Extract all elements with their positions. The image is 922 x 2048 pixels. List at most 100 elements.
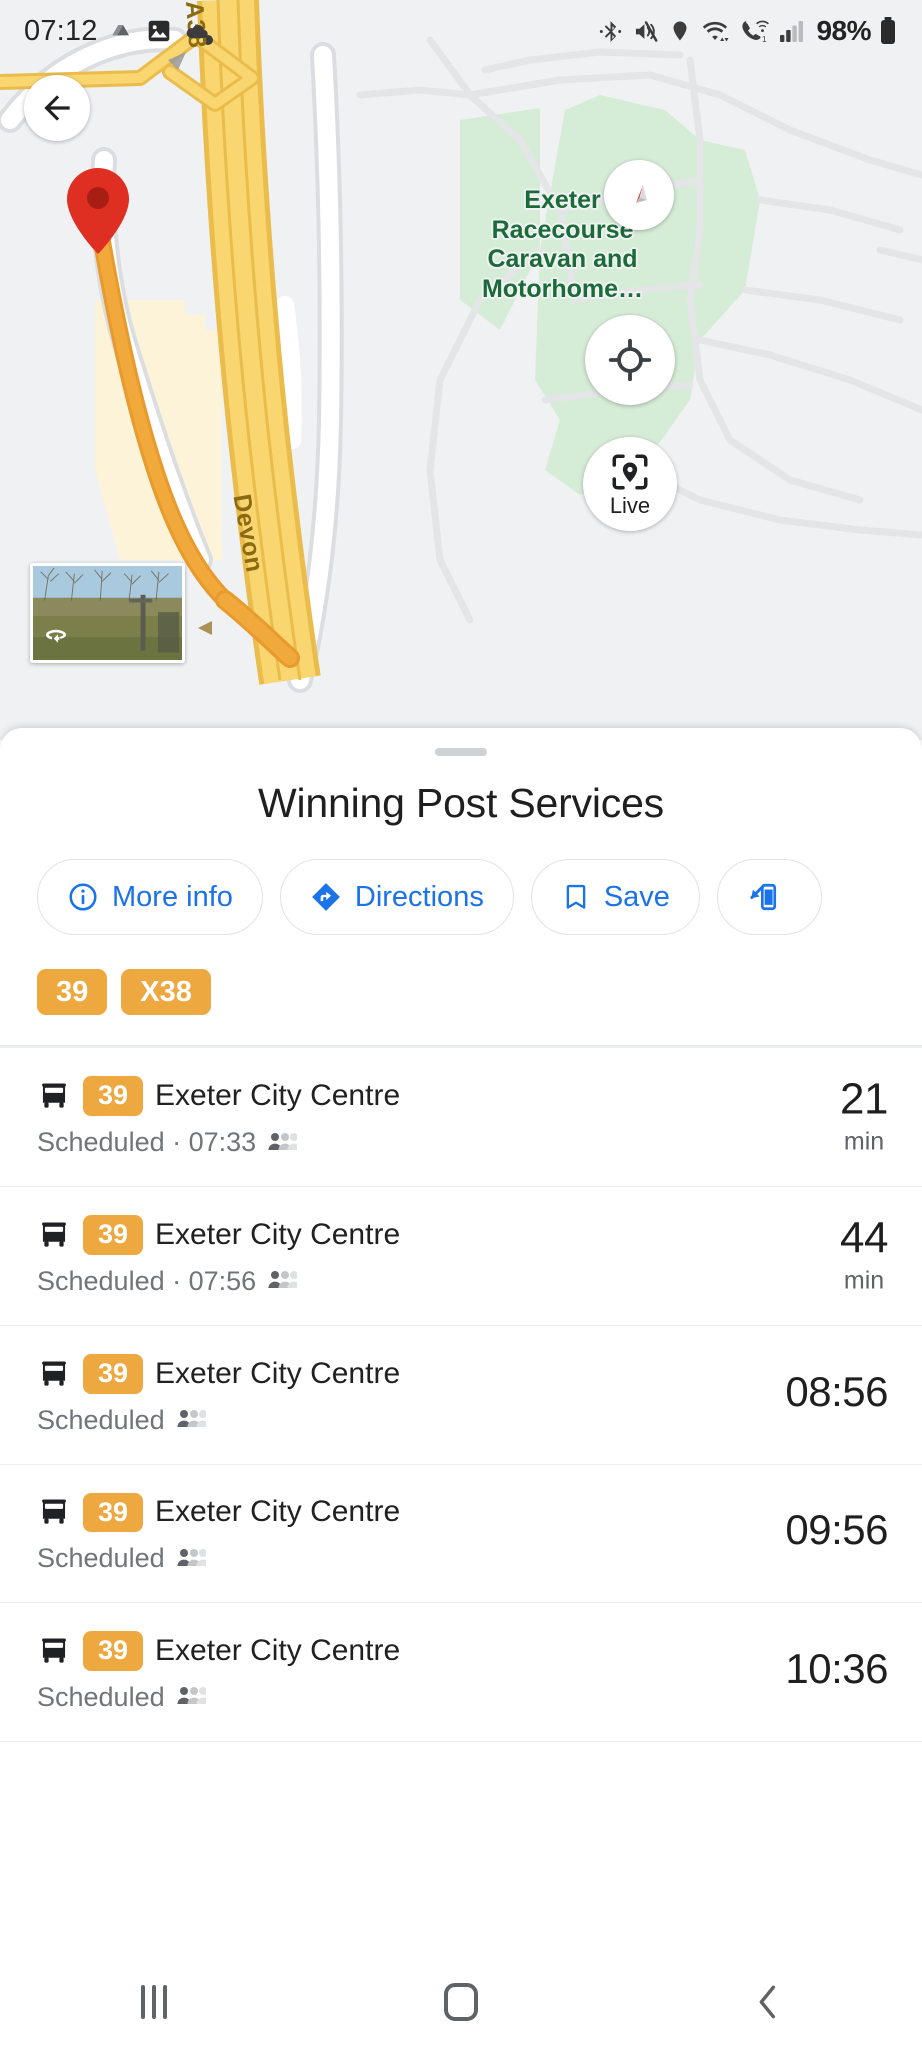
- departure-headline: 39 Exeter City Centre: [37, 1353, 888, 1394]
- route-badge: 39: [83, 1492, 144, 1533]
- status-bar-left: 07:12: [24, 15, 211, 48]
- svg-text:1: 1: [762, 35, 767, 44]
- directions-icon: [312, 883, 340, 911]
- route-badge: 39: [83, 1215, 144, 1255]
- save-label: Save: [603, 880, 670, 913]
- table-row[interactable]: 39 Exeter City Centre Scheduled 10:36: [0, 1603, 922, 1742]
- wifi-icon: [701, 18, 731, 45]
- status-bar-right: 1 98%: [598, 15, 898, 47]
- departure-eta: 09:56: [785, 1509, 888, 1557]
- compass-button[interactable]: [604, 160, 674, 230]
- departure-status: Scheduled: [37, 1682, 888, 1713]
- occupancy-icon: [177, 1687, 206, 1705]
- eta-value: 09:56: [785, 1506, 888, 1554]
- my-location-button[interactable]: [585, 315, 675, 405]
- drive-icon: [109, 18, 135, 44]
- departure-headline: 39 Exeter City Centre: [37, 1492, 888, 1533]
- table-row[interactable]: 39 Exeter City Centre Scheduled · 07:33: [0, 1048, 922, 1188]
- live-view-label: Live: [609, 493, 651, 518]
- compass-icon: [636, 185, 647, 203]
- bookmark-icon: [566, 884, 586, 909]
- status-bar: 07:12 1 98%: [0, 0, 922, 62]
- route-badge: 39: [83, 1353, 144, 1394]
- bus-icon: [42, 1499, 66, 1524]
- departure-status: Scheduled · 07:33: [37, 1127, 888, 1158]
- departure-headline: 39 Exeter City Centre: [37, 1076, 888, 1117]
- recents-icon: [140, 1985, 167, 2019]
- streetview-rotate-icon[interactable]: [41, 622, 71, 652]
- bus-icon: [42, 1222, 66, 1247]
- route-filter-badge[interactable]: 39: [37, 969, 108, 1016]
- departure-status: Scheduled: [37, 1543, 888, 1574]
- status-label: Scheduled: [37, 1543, 165, 1574]
- destination-label: Exeter City Centre: [155, 1634, 401, 1668]
- bluetooth-icon: [598, 19, 623, 44]
- destination-label: Exeter City Centre: [155, 1217, 401, 1251]
- departure-eta: 44 min: [840, 1216, 888, 1295]
- eta-value: 08:56: [785, 1367, 888, 1415]
- destination-label: Exeter City Centre: [155, 1495, 401, 1529]
- route-badge: 39: [83, 1076, 144, 1117]
- live-view-button[interactable]: Live: [583, 437, 677, 531]
- signal-icon: [779, 18, 807, 45]
- battery-full-icon: [878, 16, 898, 46]
- departure-eta: 10:36: [785, 1648, 888, 1696]
- route-filter-badge[interactable]: X38: [121, 969, 211, 1016]
- back-arrow-icon: [44, 95, 70, 121]
- bus-icon: [42, 1638, 66, 1663]
- status-bar-clock: 07:12: [24, 14, 98, 47]
- route-badge: 39: [83, 1631, 144, 1671]
- directions-label: Directions: [354, 880, 484, 913]
- occupancy-icon: [177, 1548, 206, 1566]
- departure-headline: 39 Exeter City Centre: [37, 1215, 888, 1255]
- send-to-phone-button[interactable]: [716, 859, 822, 935]
- system-navigation-bar[interactable]: [0, 1956, 922, 2048]
- status-label: Scheduled · 07:33: [37, 1127, 257, 1158]
- bus-icon: [42, 1083, 66, 1108]
- my-location-icon: [608, 338, 652, 382]
- departure-headline: 39 Exeter City Centre: [37, 1631, 888, 1671]
- home-icon: [443, 1983, 478, 2021]
- streetview-thumbnail[interactable]: [30, 563, 185, 663]
- departure-status: Scheduled · 07:56: [37, 1266, 888, 1297]
- location-icon: [668, 19, 692, 43]
- action-chip-row[interactable]: More info Directions Save: [0, 859, 922, 935]
- screen: Exeter Racecourse Caravan and Motorhome……: [0, 0, 922, 2048]
- place-bottom-sheet[interactable]: Winning Post Services More info Directio…: [0, 728, 922, 2048]
- departure-eta: 08:56: [785, 1367, 888, 1419]
- directions-button[interactable]: Directions: [279, 859, 514, 935]
- table-row[interactable]: 39 Exeter City Centre Scheduled 09:56: [0, 1465, 922, 1604]
- status-label: Scheduled: [37, 1404, 165, 1435]
- live-view-icon: [612, 454, 648, 490]
- table-row[interactable]: 39 Exeter City Centre Scheduled · 07:56: [0, 1187, 922, 1326]
- send-to-phone-icon: [750, 883, 777, 911]
- route-filter-row[interactable]: 39 X38: [0, 969, 922, 1016]
- mute-icon: [632, 18, 659, 45]
- destination-label: Exeter City Centre: [155, 1356, 401, 1390]
- eta-value: 10:36: [785, 1645, 888, 1693]
- recents-button[interactable]: [0, 1985, 307, 2019]
- eta-value: 21: [840, 1074, 888, 1124]
- sheet-drag-handle[interactable]: [435, 748, 487, 756]
- departures-list[interactable]: 39 Exeter City Centre Scheduled · 07:33: [0, 1048, 922, 1742]
- status-label: Scheduled: [37, 1681, 165, 1712]
- status-label: Scheduled · 07:56: [37, 1265, 257, 1296]
- eta-value: 44: [840, 1213, 888, 1263]
- table-row[interactable]: 39 Exeter City Centre Scheduled 08:56: [0, 1326, 922, 1465]
- more-info-label: More info: [112, 880, 233, 913]
- occupancy-icon: [177, 1410, 206, 1427]
- back-icon: [759, 1985, 776, 2019]
- map-canvas[interactable]: Exeter Racecourse Caravan and Motorhome……: [0, 0, 922, 740]
- battery-percent-label: 98%: [816, 15, 871, 46]
- occupancy-icon: [268, 1271, 298, 1289]
- cloud-icon: [183, 17, 211, 45]
- home-button[interactable]: [307, 1983, 614, 2021]
- back-button[interactable]: [24, 75, 90, 141]
- more-info-button[interactable]: More info: [37, 859, 263, 935]
- save-button[interactable]: Save: [530, 859, 700, 935]
- system-back-button[interactable]: [615, 1982, 922, 2022]
- eta-unit: min: [843, 1266, 885, 1295]
- page-title: Winning Post Services: [258, 780, 664, 826]
- info-circle-icon: [69, 883, 97, 911]
- occupancy-icon: [268, 1132, 298, 1150]
